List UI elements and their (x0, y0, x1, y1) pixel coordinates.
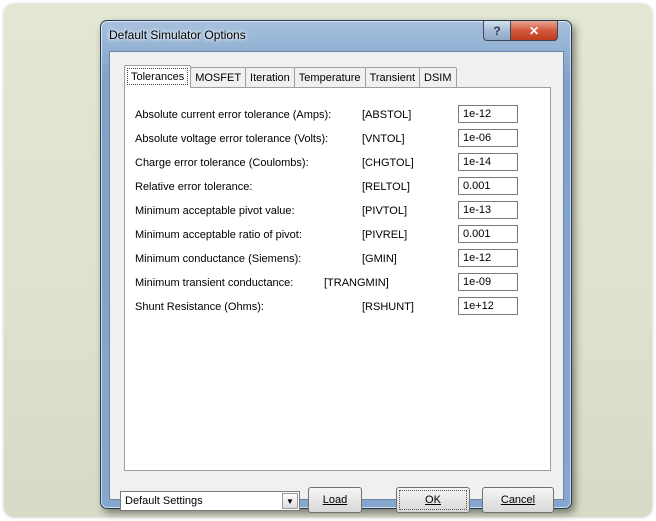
tab-dsim[interactable]: DSIM (419, 67, 457, 87)
pivtol-input[interactable] (458, 201, 518, 219)
trangmin-param: [TRANGMIN] (324, 277, 389, 289)
dialog-client: Tolerances MOSFET Iteration Temperature … (109, 51, 564, 513)
vntol-input[interactable] (458, 129, 518, 147)
pivtol-label: Minimum acceptable pivot value: (135, 205, 295, 217)
dialog-window: Default Simulator Options ? ✕ Tolerances… (100, 20, 572, 513)
chgtol-label: Charge error tolerance (Coulombs): (135, 157, 309, 169)
tab-mosfet[interactable]: MOSFET (190, 67, 247, 87)
abstol-label: Absolute current error tolerance (Amps): (135, 109, 332, 121)
rshunt-param: [RSHUNT] (362, 301, 414, 313)
chgtol-row: Charge error tolerance (Coulombs): [CHGT… (125, 153, 550, 175)
gmin-row: Minimum conductance (Siemens): [GMIN] (125, 249, 550, 271)
settings-dropdown[interactable]: Default Settings ▼ (120, 491, 300, 511)
reltol-param: [RELTOL] (362, 181, 410, 193)
pivrel-label: Minimum acceptable ratio of pivot: (135, 229, 302, 241)
tolerances-panel: Absolute current error tolerance (Amps):… (124, 87, 551, 471)
abstol-row: Absolute current error tolerance (Amps):… (125, 105, 550, 127)
settings-dropdown-value: Default Settings (125, 495, 203, 507)
pivtol-param: [PIVTOL] (362, 205, 408, 217)
vntol-label: Absolute voltage error tolerance (Volts)… (135, 133, 329, 145)
tab-strip: Tolerances MOSFET Iteration Temperature … (124, 65, 457, 88)
tab-transient[interactable]: Transient (364, 67, 421, 87)
close-icon: ✕ (528, 23, 540, 38)
abstol-param: [ABSTOL] (362, 109, 412, 121)
pivrel-input[interactable] (458, 225, 518, 243)
gmin-input[interactable] (458, 249, 518, 267)
trangmin-label: Minimum transient conductance: (135, 277, 294, 289)
dialog-title: Default Simulator Options (109, 28, 246, 42)
vntol-row: Absolute voltage error tolerance (Volts)… (125, 129, 550, 151)
gmin-label: Minimum conductance (Siemens): (135, 253, 302, 265)
abstol-input[interactable] (458, 105, 518, 123)
chgtol-input[interactable] (458, 153, 518, 171)
chgtol-param: [CHGTOL] (362, 157, 414, 169)
pivrel-row: Minimum acceptable ratio of pivot: [PIVR… (125, 225, 550, 247)
help-button[interactable]: ? (483, 21, 511, 41)
dialog-footer: Default Settings ▼ Load OK Cancel (120, 487, 554, 515)
close-button[interactable]: ✕ (510, 21, 558, 41)
trangmin-input[interactable] (458, 273, 518, 291)
trangmin-row: Minimum transient conductance: [TRANGMIN… (125, 273, 550, 295)
dropdown-arrow-icon[interactable]: ▼ (282, 493, 298, 509)
tab-tolerances[interactable]: Tolerances (124, 65, 192, 88)
help-icon: ? (493, 23, 501, 38)
tab-iteration[interactable]: Iteration (245, 67, 295, 87)
rshunt-label: Shunt Resistance (Ohms): (135, 301, 264, 313)
rshunt-row: Shunt Resistance (Ohms): [RSHUNT] (125, 297, 550, 319)
cancel-button[interactable]: Cancel (482, 487, 554, 513)
reltol-label: Relative error tolerance: (135, 181, 253, 193)
tab-temperature[interactable]: Temperature (293, 67, 366, 87)
pivrel-param: [PIVREL] (362, 229, 408, 241)
vntol-param: [VNTOL] (362, 133, 405, 145)
reltol-input[interactable] (458, 177, 518, 195)
ok-button[interactable]: OK (396, 487, 470, 513)
load-button[interactable]: Load (308, 487, 362, 513)
gmin-param: [GMIN] (362, 253, 397, 265)
pivtol-row: Minimum acceptable pivot value: [PIVTOL] (125, 201, 550, 223)
reltol-row: Relative error tolerance: [RELTOL] (125, 177, 550, 199)
rshunt-input[interactable] (458, 297, 518, 315)
